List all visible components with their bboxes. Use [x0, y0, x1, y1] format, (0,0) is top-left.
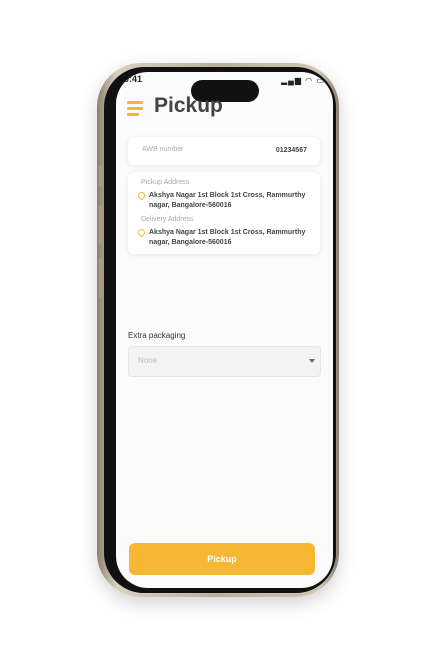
page-title: Pickup: [154, 94, 223, 117]
pickup-button[interactable]: Pickup: [129, 543, 315, 575]
location-pin-icon: [136, 227, 147, 238]
extra-packaging-select[interactable]: None: [128, 346, 321, 377]
pickup-address-value: Akshya Nagar 1st Block 1st Cross, Rammur…: [149, 192, 306, 209]
awb-label: AWB number: [142, 146, 184, 153]
awb-card: AWB number 01234567: [128, 137, 320, 165]
chevron-down-icon: [309, 359, 315, 363]
status-icons: ▂▄▆ ◠ ▭: [281, 76, 325, 85]
delivery-address-value: Akshya Nagar 1st Block 1st Cross, Rammur…: [149, 229, 306, 246]
pickup-address-label: Pickup Address: [141, 179, 190, 186]
phone-screen: 9:41 ▂▄▆ ◠ ▭ Pickup AWB number 01234567 …: [116, 72, 333, 588]
delivery-address-label: Delivery Address: [141, 216, 194, 223]
delivery-address: Akshya Nagar 1st Block 1st Cross, Rammur…: [136, 227, 319, 248]
status-time: 9:41: [124, 74, 143, 84]
location-pin-icon: [136, 190, 147, 201]
hamburger-menu-icon[interactable]: [127, 101, 143, 119]
address-card: Pickup Address Akshya Nagar 1st Block 1s…: [128, 172, 320, 254]
pickup-address: Akshya Nagar 1st Block 1st Cross, Rammur…: [136, 190, 319, 211]
extra-packaging-label: Extra packaging: [128, 331, 186, 340]
extra-packaging-value: None: [138, 356, 158, 365]
awb-value: 01234567: [275, 147, 307, 154]
